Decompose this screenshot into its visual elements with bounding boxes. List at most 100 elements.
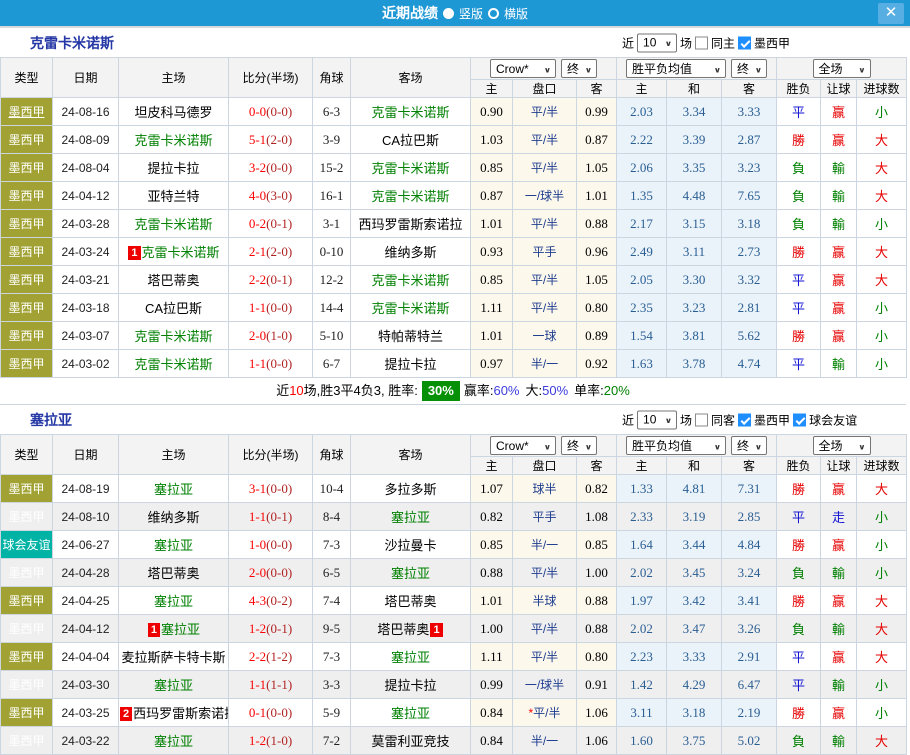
col-header-home: 主场 xyxy=(119,58,229,98)
odds-source-select[interactable]: Crow* xyxy=(490,436,556,455)
same-away-label[interactable]: 同客 xyxy=(711,411,735,428)
league-link[interactable]: 墨西甲 xyxy=(8,734,44,748)
corner-score: 14-4 xyxy=(313,294,351,322)
asian-away-odds: 1.06 xyxy=(577,699,617,727)
league-cell: 墨西甲 xyxy=(1,210,53,238)
asian-away-odds: 0.80 xyxy=(577,643,617,671)
match-date: 24-03-22 xyxy=(53,727,119,755)
league-link[interactable]: 墨西甲 xyxy=(8,706,44,720)
league-link[interactable]: 墨西甲 xyxy=(8,329,44,343)
full-match-select[interactable]: 全场 xyxy=(813,59,871,78)
home-team-cell: 亚特兰特 xyxy=(119,182,229,210)
match-date: 24-08-19 xyxy=(53,475,119,503)
big-pct: 50% xyxy=(542,383,568,398)
league-filter-checkbox[interactable] xyxy=(738,413,751,426)
league-link[interactable]: 墨西甲 xyxy=(8,189,44,203)
match-date: 24-08-16 xyxy=(53,98,119,126)
vertical-layout-label[interactable]: 竖版 xyxy=(459,5,483,22)
league-link[interactable]: 墨西甲 xyxy=(8,566,44,580)
match-count-select[interactable]: 10 xyxy=(637,33,677,52)
corner-score: 6-7 xyxy=(313,350,351,378)
league-link[interactable]: 墨西甲 xyxy=(8,301,44,315)
asian-handicap: 平/半 xyxy=(531,217,558,231)
result-handicap: 赢 xyxy=(821,643,857,671)
friendly-filter-checkbox[interactable] xyxy=(793,413,806,426)
friendly-filter-label[interactable]: 球会友谊 xyxy=(809,411,857,428)
odds-source-value: Crow* xyxy=(496,62,529,76)
score-halftime: (0-0) xyxy=(266,705,292,720)
league-link[interactable]: 墨西甲 xyxy=(8,357,44,371)
same-away-checkbox[interactable] xyxy=(695,413,708,426)
odds-source-select[interactable]: Crow* xyxy=(490,59,556,78)
euro-away-odds: 5.02 xyxy=(722,727,777,755)
asian-away-odds: 1.05 xyxy=(577,154,617,182)
full-match-value: 全场 xyxy=(819,437,843,454)
euro-draw-odds: 3.19 xyxy=(667,503,722,531)
result-wdl: 負 xyxy=(777,210,821,238)
euro-draw-odds: 4.81 xyxy=(667,475,722,503)
euro-draw-odds: 3.45 xyxy=(667,559,722,587)
final-odds-select-2[interactable]: 终 xyxy=(731,59,767,78)
league-filter-label[interactable]: 墨西甲 xyxy=(754,411,790,428)
result-wdl: 負 xyxy=(777,559,821,587)
away-team-cell: 提拉卡拉 xyxy=(351,671,471,699)
league-link[interactable]: 墨西甲 xyxy=(8,245,44,259)
away-team-cell: 塞拉亚 xyxy=(351,699,471,727)
result-goals: 大 xyxy=(857,615,907,643)
final-odds-select-2[interactable]: 终 xyxy=(731,436,767,455)
league-link[interactable]: 墨西甲 xyxy=(8,650,44,664)
match-date: 24-03-07 xyxy=(53,322,119,350)
table-row: 墨西甲 24-03-24 1克雷卡米诺斯 2-1(2-0) 0-10 维纳多斯 … xyxy=(1,238,907,266)
asian-handicap: 平/半 xyxy=(531,650,558,664)
asian-away-odds: 0.89 xyxy=(577,322,617,350)
score-cell: 1-2(1-0) xyxy=(229,727,313,755)
league-link[interactable]: 墨西甲 xyxy=(8,482,44,496)
result-handicap: 輸 xyxy=(821,671,857,699)
euro-home-odds: 2.35 xyxy=(617,294,667,322)
final-odds-value: 终 xyxy=(567,437,579,454)
match-count-select[interactable]: 10 xyxy=(637,410,677,429)
final-odds-select[interactable]: 终 xyxy=(561,436,597,455)
table-row: 墨西甲 24-08-10 维纳多斯 1-1(0-1) 8-4 塞拉亚 0.82 … xyxy=(1,503,907,531)
asian-handicap: 平/半 xyxy=(531,133,558,147)
result-goals: 小 xyxy=(857,559,907,587)
league-link[interactable]: 墨西甲 xyxy=(8,133,44,147)
result-handicap: 赢 xyxy=(821,531,857,559)
final-odds-select[interactable]: 终 xyxy=(561,59,597,78)
league-link[interactable]: 墨西甲 xyxy=(8,273,44,287)
asian-home-odds: 1.00 xyxy=(471,615,513,643)
horizontal-layout-label[interactable]: 横版 xyxy=(504,5,528,22)
corner-score: 7-4 xyxy=(313,587,351,615)
league-link[interactable]: 墨西甲 xyxy=(8,594,44,608)
euro-away-odds: 3.26 xyxy=(722,615,777,643)
asian-handicap-cell: *平/半 xyxy=(513,699,577,727)
score-cell: 2-1(2-0) xyxy=(229,238,313,266)
asian-away-odds: 1.06 xyxy=(577,727,617,755)
asian-away-odds: 0.85 xyxy=(577,531,617,559)
league-filter-checkbox[interactable] xyxy=(738,36,751,49)
league-link[interactable]: 墨西甲 xyxy=(8,161,44,175)
avg-odds-select[interactable]: 胜平负均值 xyxy=(626,436,726,455)
close-button[interactable]: ✕ xyxy=(878,3,904,24)
asian-home-odds: 0.85 xyxy=(471,531,513,559)
vertical-layout-radio[interactable] xyxy=(443,8,454,19)
league-link[interactable]: 球会友谊 xyxy=(2,538,50,552)
league-link[interactable]: 墨西甲 xyxy=(8,678,44,692)
horizontal-layout-radio[interactable] xyxy=(488,8,499,19)
league-filter-label[interactable]: 墨西甲 xyxy=(754,34,790,51)
score-halftime: (0-0) xyxy=(266,160,292,175)
league-link[interactable]: 墨西甲 xyxy=(8,217,44,231)
euro-home-odds: 2.02 xyxy=(617,615,667,643)
league-link[interactable]: 墨西甲 xyxy=(8,510,44,524)
same-home-checkbox[interactable] xyxy=(695,36,708,49)
full-match-select[interactable]: 全场 xyxy=(813,436,871,455)
league-cell: 墨西甲 xyxy=(1,98,53,126)
league-link[interactable]: 墨西甲 xyxy=(8,105,44,119)
avg-odds-select[interactable]: 胜平负均值 xyxy=(626,59,726,78)
filter-controls: 近 10 场 同客 墨西甲 球会友谊 xyxy=(622,410,857,429)
match-date: 24-04-25 xyxy=(53,587,119,615)
same-home-label[interactable]: 同主 xyxy=(711,34,735,51)
league-link[interactable]: 墨西甲 xyxy=(8,622,44,636)
section-header-home-team: 克雷卡米诺斯 近 10 场 同主 墨西甲 xyxy=(0,28,910,57)
asian-handicap: 平/半 xyxy=(531,566,558,580)
